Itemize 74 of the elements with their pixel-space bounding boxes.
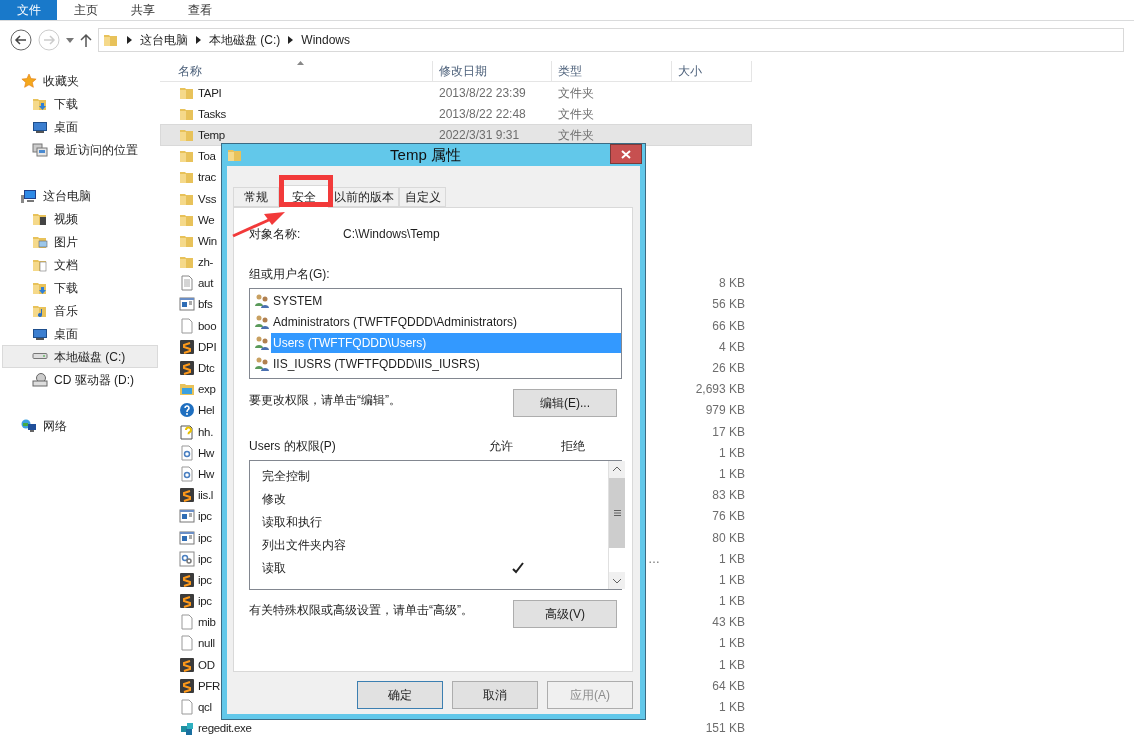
file-name: Hel <box>198 403 215 418</box>
file-size: 1 KB <box>719 466 745 481</box>
file-name: regedit.exe <box>198 721 252 736</box>
file-size: 1 KB <box>719 594 745 609</box>
deny-header: 拒绝 <box>561 438 585 455</box>
file-type: 文件夹 <box>558 85 594 100</box>
file-size: 80 KB <box>712 530 745 545</box>
file-name: OD <box>198 657 215 672</box>
edit-hint: 要更改权限，请单击“编辑”。 <box>249 392 401 409</box>
file-size: 56 KB <box>712 297 745 312</box>
allow-header: 允许 <box>489 438 514 455</box>
file-name: ipc <box>198 572 212 587</box>
permission-name: 完全控制 <box>261 467 311 485</box>
file-name: Hw <box>198 466 214 481</box>
file-name: mib <box>198 615 216 630</box>
file-name: hh. <box>198 424 214 439</box>
file-size: 83 KB <box>712 488 745 503</box>
group-label: 组或用户名(G): <box>249 266 331 283</box>
file-name: trac <box>198 170 216 185</box>
file-name: null <box>198 636 215 651</box>
object-label: 对象名称: <box>249 226 302 243</box>
file-size: 4 KB <box>719 339 745 354</box>
file-name: Win <box>198 233 217 248</box>
file-size: 1 KB <box>719 551 745 566</box>
file-size: 151 KB <box>705 721 745 736</box>
file-name: TAPI <box>198 85 222 100</box>
file-size: 1 KB <box>719 657 745 672</box>
file-name: Tasks <box>198 106 226 121</box>
file-size: 76 KB <box>712 509 745 524</box>
file-size: 2,693 KB <box>695 382 745 397</box>
file-name: iis.l <box>198 488 214 503</box>
file-name: We <box>198 212 215 227</box>
file-size: 8 KB <box>719 276 745 291</box>
file-size: 64 KB <box>712 678 745 693</box>
object-path: C:\Windows\Temp <box>343 226 440 243</box>
file-name: ipc <box>198 551 212 566</box>
file-size: 1 KB <box>719 572 745 587</box>
file-size: 26 KB <box>712 361 745 376</box>
file-name: Dtc <box>198 361 215 376</box>
file-name: DPI <box>198 339 217 354</box>
file-name: bfs <box>198 297 213 312</box>
file-date: 2013/8/22 23:39 <box>439 85 526 100</box>
file-name: PFR <box>198 678 221 693</box>
file-date: 2013/8/22 22:48 <box>439 106 526 121</box>
file-size: 17 KB <box>712 424 745 439</box>
file-name: ipc <box>198 530 212 545</box>
permission-name: 读取 <box>261 559 287 577</box>
permissions-label: Users 的权限(P) <box>249 438 337 455</box>
file-type: 文件夹 <box>558 127 594 142</box>
file-size: 1 KB <box>719 636 745 651</box>
file-name: boo <box>198 318 217 333</box>
permission-name: 读取和执行 <box>261 513 323 531</box>
file-name: Hw <box>198 445 214 460</box>
permission-name: 列出文件夹内容 <box>261 536 347 554</box>
file-name: qcl <box>198 700 212 715</box>
file-size: 1 KB <box>719 445 745 460</box>
file-type: … <box>648 551 661 566</box>
file-name: Temp <box>198 127 225 142</box>
file-name: Vss <box>198 191 217 206</box>
file-name: ipc <box>198 509 212 524</box>
file-type: 文件夹 <box>558 106 594 121</box>
advanced-hint: 有关特殊权限或高级设置，请单击“高级”。 <box>249 602 473 619</box>
file-date: 2022/3/31 9:31 <box>439 127 520 142</box>
file-name: aut <box>198 276 214 291</box>
dialog-title: Temp 属性 <box>389 144 462 165</box>
file-name: Toa <box>198 149 216 164</box>
file-size: 979 KB <box>705 403 745 418</box>
file-name: zh- <box>198 255 214 270</box>
file-size: 43 KB <box>712 615 745 630</box>
file-name: ipc <box>198 594 212 609</box>
file-size: 66 KB <box>712 318 745 333</box>
file-name: exp <box>198 382 216 397</box>
file-size: 1 KB <box>719 700 745 715</box>
permission-name: 修改 <box>261 490 287 508</box>
